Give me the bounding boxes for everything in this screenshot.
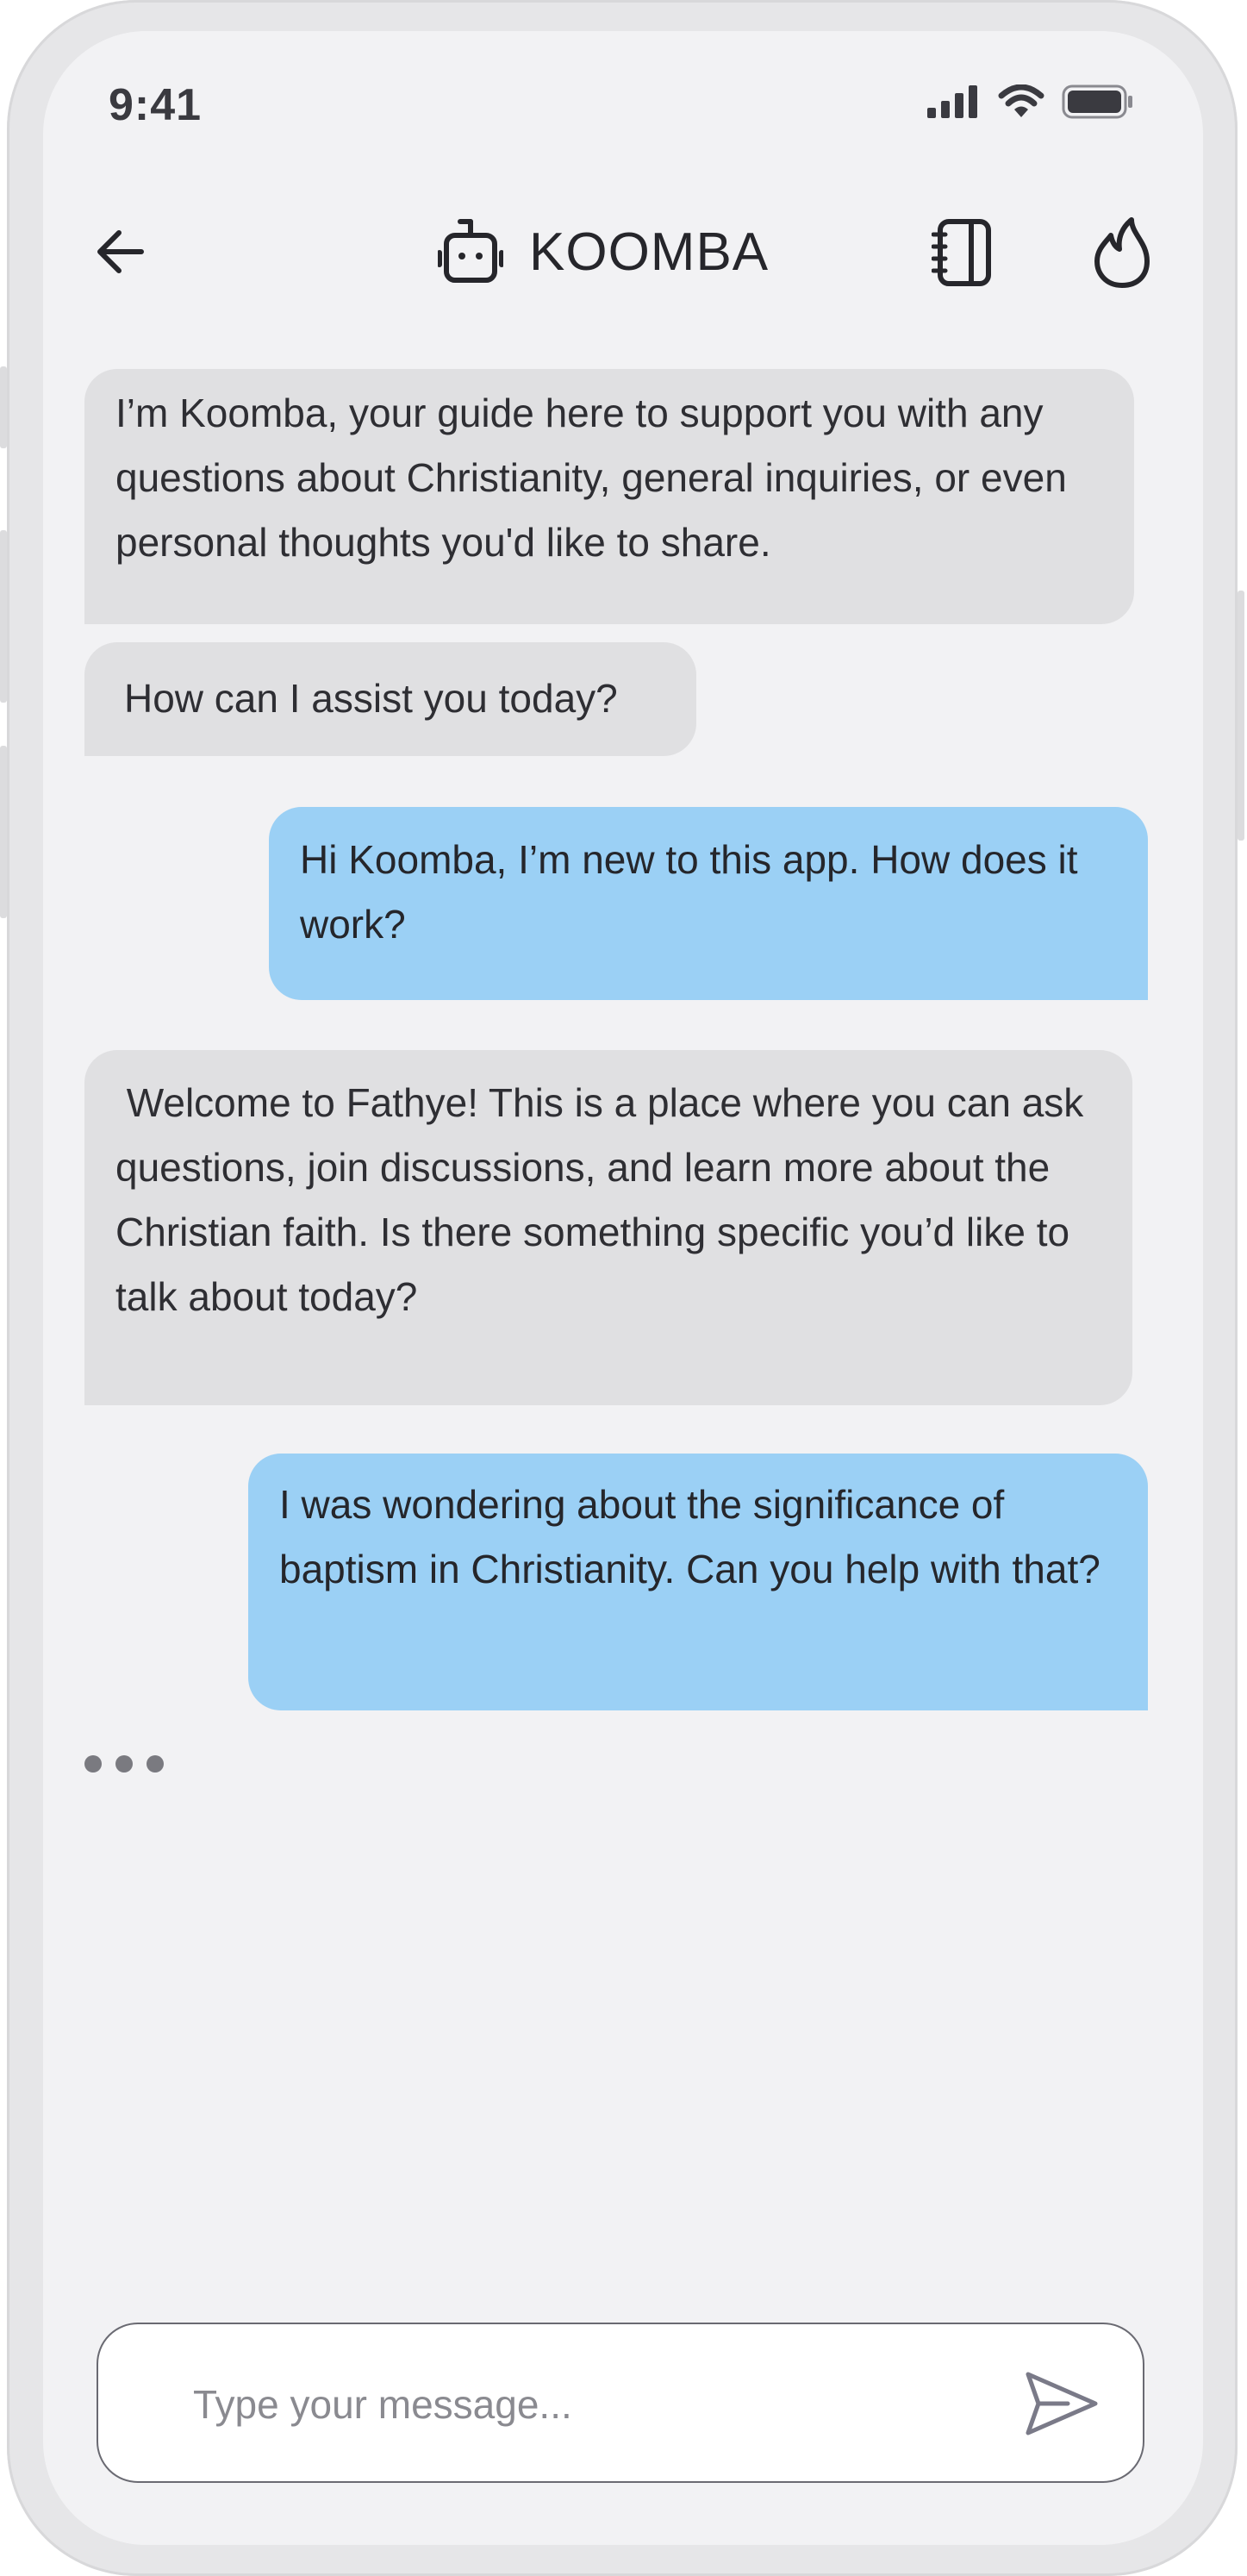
send-icon [1026, 2372, 1098, 2435]
bot-message: How can I assist you today? [84, 642, 696, 756]
typing-dot [84, 1755, 102, 1773]
message-input[interactable] [191, 2367, 970, 2442]
user-message: I was wondering about the significance o… [248, 1454, 1148, 1710]
typing-dot [147, 1755, 164, 1773]
bot-message: I’m Koomba, your guide here to support y… [84, 369, 1134, 624]
notebook-button[interactable] [926, 214, 998, 291]
status-time: 9:41 [109, 80, 203, 130]
page-title: KOOMBA [529, 222, 770, 282]
arrow-left-icon [97, 230, 144, 273]
robot-icon [438, 219, 503, 283]
power-button [1238, 591, 1244, 841]
back-button[interactable] [86, 217, 155, 286]
battery-icon [1062, 84, 1132, 119]
user-message: Hi Koomba, I’m new to this app. How does… [269, 807, 1148, 1000]
phone-screen: 9:41 KOOMBA I’m Koomba, your guide here … [43, 31, 1203, 2545]
streak-button[interactable] [1086, 212, 1158, 293]
typing-dot [115, 1755, 133, 1773]
message-composer [97, 2323, 1144, 2483]
flame-icon [1094, 217, 1150, 288]
volume-up-button [0, 530, 7, 703]
notebook-icon [932, 219, 991, 286]
mute-switch [0, 366, 7, 448]
status-icons [927, 84, 1134, 119]
wifi-icon [998, 84, 1044, 117]
send-button[interactable] [1019, 2360, 1105, 2447]
bot-message: Welcome to Fathye! This is a place where… [84, 1050, 1132, 1405]
chat-header: KOOMBA [438, 216, 769, 288]
volume-down-button [0, 746, 7, 918]
typing-indicator [84, 1755, 164, 1773]
signal-icon [927, 85, 977, 118]
